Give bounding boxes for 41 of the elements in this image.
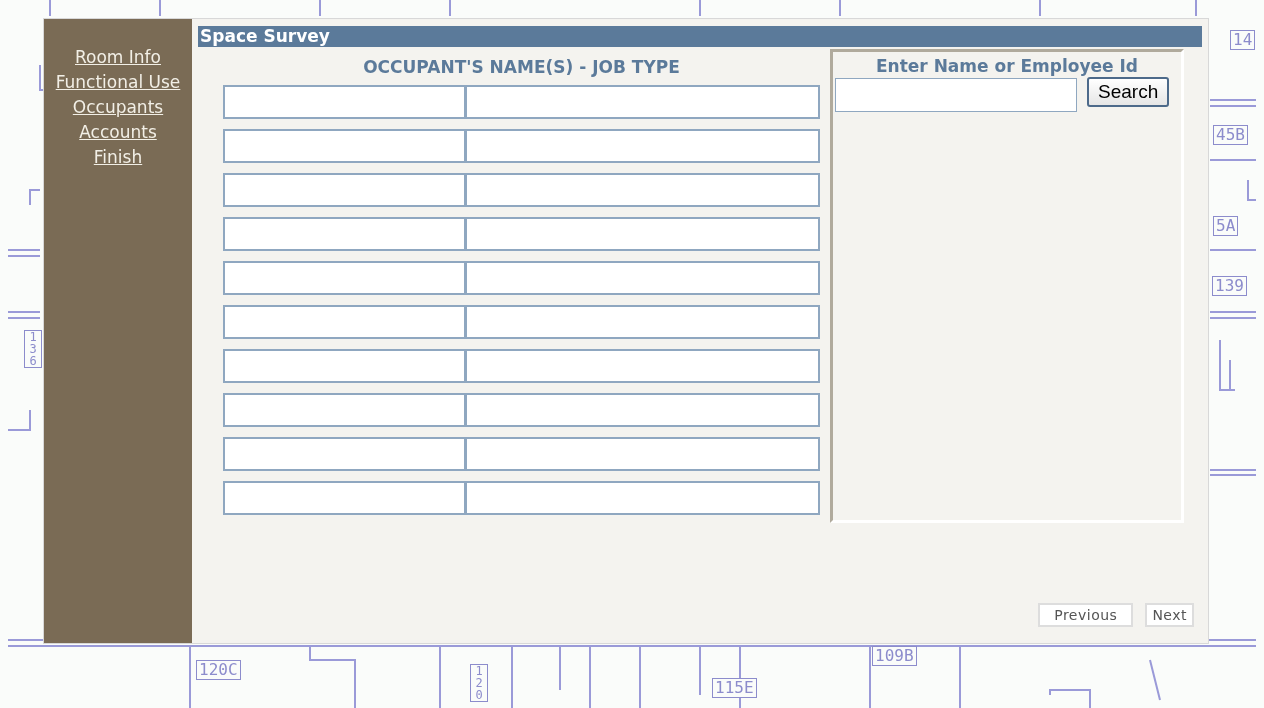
room-label: 45B (1213, 125, 1248, 145)
sidebar-link[interactable]: Finish (93, 145, 143, 170)
room-label: 14 (1230, 30, 1256, 50)
sidebar-link[interactable]: Functional Use (55, 70, 181, 95)
job-type-field[interactable] (466, 305, 820, 339)
name-field[interactable] (223, 481, 466, 515)
room-label: 115E (712, 678, 757, 698)
job-type-field[interactable] (466, 481, 820, 515)
room-label: 136 (24, 330, 42, 368)
job-type-field[interactable] (466, 217, 820, 251)
job-type-field[interactable] (466, 261, 820, 295)
room-label: 139 (1212, 276, 1247, 296)
name-field[interactable] (223, 305, 466, 339)
search-button[interactable]: Search (1087, 77, 1170, 107)
occupants-heading: OCCUPANT'S NAME(S) - JOB TYPE (363, 57, 680, 77)
search-field[interactable] (835, 78, 1077, 112)
job-type-field[interactable] (466, 393, 820, 427)
name-field[interactable] (223, 129, 466, 163)
room-label: 5A (1213, 216, 1239, 236)
window-title: Space Survey (198, 26, 1202, 47)
sidebar-link[interactable]: Accounts (79, 120, 157, 145)
search-heading: Enter Name or Employee Id (875, 56, 1139, 76)
name-field[interactable] (223, 217, 466, 251)
name-field[interactable] (223, 349, 466, 383)
room-label: 120 (470, 664, 488, 702)
job-type-field[interactable] (466, 85, 820, 119)
sidebar-link[interactable]: Occupants (72, 95, 164, 120)
sidebar-link[interactable]: Room Info (75, 45, 161, 70)
job-type-field[interactable] (466, 173, 820, 207)
next-button[interactable]: Next (1145, 603, 1194, 627)
room-label: 120C (196, 660, 241, 680)
name-field[interactable] (223, 261, 466, 295)
job-type-field[interactable] (466, 129, 820, 163)
job-type-field[interactable] (466, 349, 820, 383)
name-field[interactable] (223, 173, 466, 207)
previous-button[interactable]: Previous (1038, 603, 1134, 627)
room-label: 109B (872, 646, 917, 666)
job-type-field[interactable] (466, 437, 820, 471)
name-field[interactable] (223, 393, 466, 427)
name-field[interactable] (223, 437, 466, 471)
name-field[interactable] (223, 85, 466, 119)
